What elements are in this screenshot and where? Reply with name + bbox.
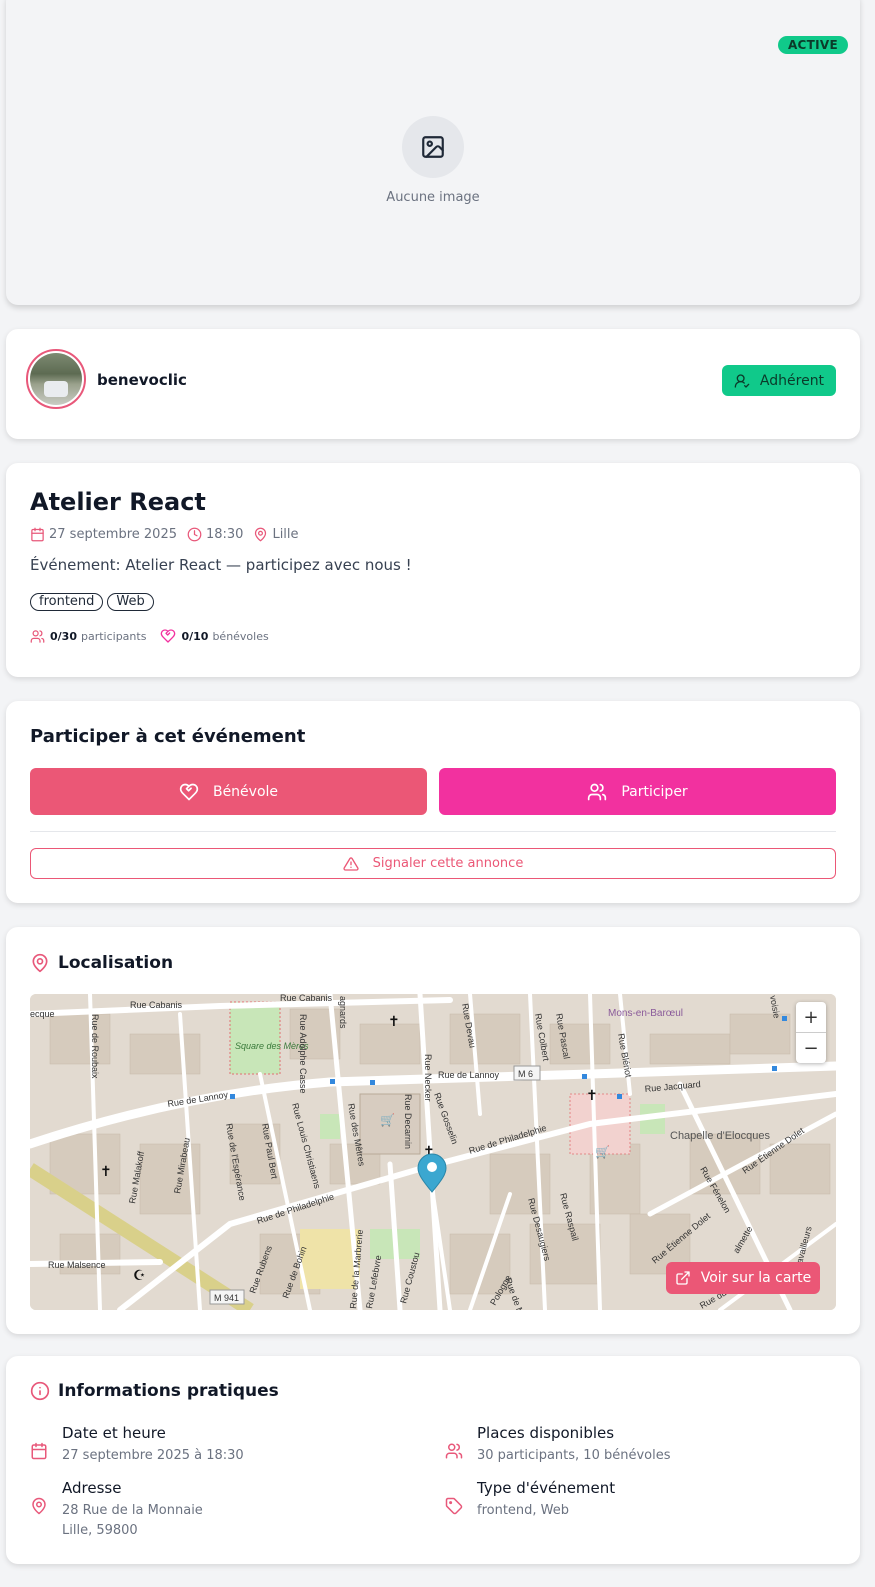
- map-label: Rue Malsence: [48, 1260, 106, 1270]
- users-icon: [30, 629, 45, 643]
- map-label: Mons-en-Barœul: [608, 1008, 683, 1019]
- svg-text:☪: ☪: [133, 1267, 146, 1283]
- info-address: Adresse 28 Rue de la Monnaie Lille, 5980…: [30, 1479, 203, 1541]
- user-check-icon: [734, 373, 750, 388]
- zoom-out-button[interactable]: −: [796, 1032, 826, 1063]
- info-places-title: Places disponibles: [477, 1424, 615, 1442]
- map-label: Chapelle d'Elocques: [670, 1130, 770, 1142]
- location-card: Localisation Rue Cabanis Rue Cabanis ecq…: [6, 927, 860, 1334]
- event-title: Atelier React: [30, 488, 206, 516]
- users-icon: [445, 1443, 463, 1459]
- member-badge: Adhérent: [722, 365, 836, 396]
- practical-info-card: Informations pratiques Date et heure 27 …: [6, 1356, 860, 1564]
- tag: frontend: [30, 593, 104, 611]
- map-pin-icon: [32, 953, 48, 973]
- participate-button-label: Participer: [621, 783, 688, 800]
- event-time: 18:30: [205, 527, 244, 542]
- location-title: Localisation: [30, 953, 173, 973]
- volunteer-button-label: Bénévole: [212, 783, 279, 800]
- map-label: Rue Cabanis: [130, 1000, 183, 1010]
- info-type-value: frontend, Web: [477, 1503, 570, 1518]
- map-label: agnards: [338, 996, 348, 1029]
- info-date-value: 27 septembre 2025 à 18:30: [62, 1448, 244, 1463]
- report-button[interactable]: Signaler cette annonce: [30, 848, 836, 879]
- member-label: Adhérent: [759, 372, 825, 389]
- map-label: Rue Adolphe Casse: [298, 1014, 308, 1094]
- map-label: M 941: [214, 1293, 239, 1303]
- calendar-icon: [31, 1442, 47, 1460]
- volunteer-button[interactable]: Bénévole: [30, 768, 427, 815]
- event-stats: 0/30 participants 0/10 bénévoles: [30, 628, 283, 644]
- event-meta: 27 septembre 2025 18:30 Lille: [30, 527, 309, 542]
- info-date-title: Date et heure: [62, 1424, 166, 1442]
- info-address-line2: Lille, 59800: [62, 1523, 138, 1538]
- info-date: Date et heure 27 septembre 2025 à 18:30: [30, 1424, 244, 1466]
- info-title-text: Informations pratiques: [58, 1381, 279, 1401]
- info-places: Places disponibles 30 participants, 10 b…: [445, 1424, 671, 1466]
- zoom-controls: + −: [796, 1002, 826, 1063]
- map-label: Rue Necker: [423, 1054, 433, 1102]
- report-button-label: Signaler cette annonce: [372, 856, 524, 871]
- svg-text:✝: ✝: [388, 1013, 400, 1029]
- participate-title: Participer à cet événement: [30, 726, 306, 747]
- svg-text:✝: ✝: [100, 1163, 112, 1179]
- event-city: Lille: [272, 527, 299, 542]
- no-image-text: Aucune image: [386, 190, 480, 205]
- map-label: Rue de Lannoy: [438, 1070, 500, 1080]
- external-link-icon: [676, 1271, 690, 1285]
- hand-heart-icon: [179, 783, 199, 800]
- event-image-placeholder: ACTIVE Aucune image: [6, 0, 860, 305]
- info-address-title: Adresse: [62, 1479, 122, 1497]
- warning-icon: [343, 856, 359, 871]
- view-map-button[interactable]: Voir sur la carte: [666, 1262, 820, 1294]
- calendar-icon: [31, 527, 44, 542]
- map[interactable]: Rue Cabanis Rue Cabanis ecque Square des…: [30, 994, 836, 1310]
- status-badge: ACTIVE: [777, 36, 848, 54]
- map-label: M 6: [518, 1069, 533, 1079]
- location-title-text: Localisation: [58, 953, 174, 973]
- participants-label: participants: [80, 629, 147, 643]
- tag-icon: [445, 1497, 463, 1515]
- event-date: 27 septembre 2025: [49, 527, 177, 542]
- participate-button[interactable]: Participer: [439, 768, 836, 815]
- image-icon: [422, 136, 444, 158]
- participate-card: Participer à cet événement Bénévole Part…: [6, 701, 860, 903]
- info-type-title: Type d'événement: [477, 1479, 616, 1497]
- zoom-in-button[interactable]: +: [796, 1002, 826, 1032]
- participants-count: 0/30: [50, 629, 77, 643]
- info-type: Type d'événement frontend, Web: [445, 1479, 615, 1521]
- map-label: Square des Mères: [235, 1041, 309, 1051]
- map-pin-icon: [255, 527, 267, 542]
- avatar[interactable]: [26, 349, 86, 409]
- map-label: Rue Decarnin: [403, 1094, 413, 1149]
- event-description: Événement: Atelier React — participez av…: [30, 556, 412, 574]
- image-icon-circle: [402, 116, 464, 178]
- event-tags: frontend Web: [30, 593, 154, 611]
- svg-text:✝: ✝: [586, 1087, 598, 1103]
- clock-icon: [187, 527, 202, 542]
- view-map-label: Voir sur la carte: [700, 1270, 812, 1286]
- map-label: ecque: [30, 1009, 55, 1019]
- map-label: Rue Cabanis: [280, 994, 333, 1003]
- svg-text:🛒: 🛒: [595, 1145, 610, 1159]
- tag: Web: [107, 593, 154, 611]
- svg-text:🛒: 🛒: [380, 1113, 395, 1127]
- organizer-name[interactable]: benevoclic: [97, 371, 187, 389]
- info-icon: [30, 1381, 50, 1401]
- avatar-photo: [30, 353, 82, 405]
- volunteers-label: bénévoles: [212, 629, 269, 643]
- users-icon: [588, 783, 607, 800]
- map-label: Rue de Roubaix: [90, 1014, 100, 1079]
- info-title: Informations pratiques: [30, 1381, 279, 1401]
- info-places-value: 30 participants, 10 bénévoles: [477, 1448, 671, 1463]
- event-details-card: Atelier React 27 septembre 2025 18:30 Li…: [6, 463, 860, 677]
- hand-heart-icon: [161, 629, 176, 643]
- info-address-line1: 28 Rue de la Monnaie: [62, 1503, 203, 1518]
- organizer-card: benevoclic Adhérent: [6, 329, 860, 439]
- volunteers-count: 0/10: [181, 629, 209, 643]
- map-pin-icon: [32, 1497, 46, 1515]
- divider: [30, 831, 836, 832]
